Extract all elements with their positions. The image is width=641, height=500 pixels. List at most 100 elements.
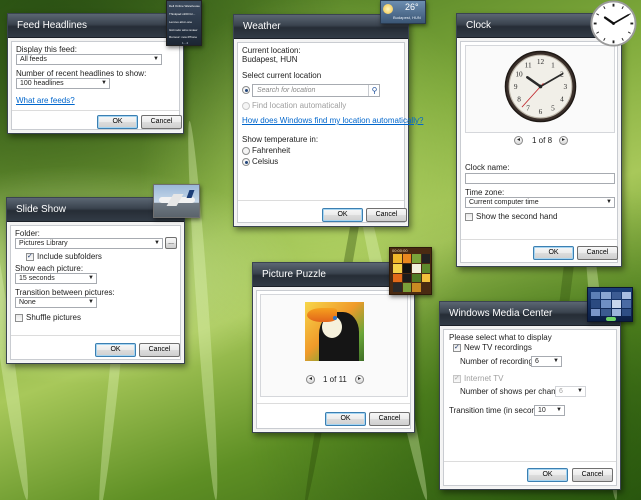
headline-item[interactable]: Thinkpad x200 for...	[169, 12, 201, 16]
transition-time-select[interactable]: 10 ▼	[534, 405, 565, 416]
recordings-count-select[interactable]: 6 ▼	[531, 356, 562, 367]
browse-folder-button[interactable]: ...	[165, 237, 177, 249]
current-location-value: Budapest, HUN	[242, 55, 298, 64]
include-subfolders-checkbox[interactable]	[26, 252, 34, 261]
auto-location-radio[interactable]	[242, 102, 250, 110]
clock-ok-button[interactable]: OK	[533, 246, 574, 260]
celsius-radio[interactable]	[242, 158, 250, 166]
clock-numeral: 7	[526, 104, 530, 113]
shows-per-channel-label: Number of shows per channel:	[460, 387, 569, 396]
chevron-down-icon: ▼	[556, 407, 562, 413]
slide-show-gadget[interactable]	[153, 184, 200, 218]
second-hand-label: Show the second hand	[476, 212, 558, 221]
divider	[12, 110, 179, 111]
headline-item[interactable]: Lenovo all-in-one	[169, 20, 201, 24]
headline-item[interactable]: Rumour: new iPhone	[169, 35, 201, 39]
media-center-dialog-body: Please select what to display New TV rec…	[443, 329, 617, 486]
location-help-link[interactable]: How does Windows find my location automa…	[242, 116, 423, 125]
puzzle-ok-button[interactable]: OK	[325, 412, 366, 426]
feed-count-label: Number of recent headlines to show:	[16, 69, 147, 78]
clock-numeral: 1	[551, 61, 555, 70]
what-are-feeds-link[interactable]: What are feeds?	[16, 96, 75, 105]
second-hand-checkbox[interactable]	[465, 213, 473, 221]
toucan-picture	[305, 302, 364, 361]
select-location-label: Select current location	[242, 71, 322, 80]
feed-dialog-body: Display this feed: All feeds ▼ Number of …	[11, 41, 182, 130]
clock-numeral: 6	[539, 107, 543, 116]
clock-name-input[interactable]	[465, 173, 615, 184]
puzzle-next-button[interactable]: ▸	[355, 375, 364, 384]
feed-count-select[interactable]: 100 headlines ▼	[16, 78, 110, 89]
feed-display-select[interactable]: All feeds ▼	[16, 54, 162, 65]
tv-recordings-checkbox[interactable]	[453, 343, 461, 352]
transition-select[interactable]: None ▼	[15, 297, 97, 308]
weather-dialog-body: Current location: Budapest, HUN Select c…	[237, 42, 423, 223]
chevron-down-icon: ▼	[153, 56, 159, 62]
show-each-label: Show each picture:	[15, 264, 84, 273]
headline-item[interactable]: Dell Online Warehouse	[169, 4, 201, 8]
weather-city: Budapest, HUN	[393, 15, 421, 20]
media-center-dialog: Windows Media Center Please select what …	[439, 301, 621, 490]
slide-show-dialog-body: Folder: Pictures Library▼ ... Include su…	[10, 225, 181, 360]
clock-numeral: 8	[517, 94, 521, 103]
slideshow-cancel-button[interactable]: Cancel	[139, 343, 180, 357]
picture-puzzle-gadget[interactable]: 00:00:00	[389, 247, 432, 295]
celsius-label: Celsius	[252, 157, 279, 166]
picture-puzzle-dialog-body: ◂ 1 of 11 ▸ OK Cancel	[256, 290, 411, 429]
divider	[444, 461, 616, 462]
clock-numeral: 11	[525, 61, 532, 70]
time-zone-select[interactable]: Current computer time ▼	[465, 197, 615, 208]
shuffle-checkbox[interactable]	[15, 314, 23, 322]
puzzle-tiles[interactable]	[393, 254, 430, 292]
weather-dialog: Weather Current location: Budapest, HUN …	[233, 14, 423, 227]
puzzle-cancel-button[interactable]: Cancel	[369, 412, 410, 426]
slideshow-ok-button[interactable]: OK	[95, 343, 136, 357]
chevron-down-icon: ▼	[101, 80, 107, 86]
clock-numeral: 10	[515, 70, 523, 79]
divider	[257, 403, 410, 404]
include-subfolders-label: Include subfolders	[37, 252, 102, 261]
search-icon[interactable]: ⚲	[368, 85, 380, 96]
puzzle-timer: 00:00:00	[392, 248, 408, 253]
weather-ok-button[interactable]: OK	[322, 208, 363, 222]
clock-pager: 1 of 8	[532, 136, 553, 145]
divider	[461, 239, 617, 240]
chevron-down-icon: ▼	[606, 199, 612, 205]
chevron-down-icon: ▼	[577, 388, 583, 394]
weather-gadget[interactable]: 26° Budapest, HUN	[380, 0, 426, 24]
feed-display-label: Display this feed:	[16, 45, 77, 54]
divider	[11, 335, 180, 336]
recordings-count-label: Number of recordings:	[460, 357, 540, 366]
media-center-ok-button[interactable]: OK	[527, 468, 568, 482]
clock-face-preview: 121234567891011	[504, 50, 577, 123]
puzzle-prev-button[interactable]: ◂	[306, 375, 315, 384]
headline-item[interactable]: Gizmodo wins review	[169, 28, 201, 32]
clock-cancel-button[interactable]: Cancel	[577, 246, 618, 260]
shows-per-channel-select[interactable]: 6 ▼	[555, 386, 586, 397]
clock-numeral: 3	[563, 82, 567, 91]
chevron-down-icon: ▼	[154, 240, 160, 246]
feed-cancel-button[interactable]: Cancel	[141, 115, 182, 129]
folder-select[interactable]: Pictures Library ▼	[15, 238, 163, 249]
media-center-gadget[interactable]	[587, 287, 633, 322]
clock-prev-button[interactable]: ◂	[514, 136, 523, 145]
media-center-cancel-button[interactable]: Cancel	[572, 468, 613, 482]
clock-next-button[interactable]: ▸	[559, 136, 568, 145]
media-center-logo-icon	[606, 317, 616, 321]
weather-cancel-button[interactable]: Cancel	[366, 208, 407, 222]
show-each-select[interactable]: 15 seconds ▼	[15, 273, 97, 284]
fahrenheit-radio[interactable]	[242, 147, 250, 155]
feed-headlines-dialog: Feed Headlines Display this feed: All fe…	[7, 13, 184, 134]
tv-recordings-label: New TV recordings	[464, 343, 532, 352]
manual-location-radio[interactable]	[242, 86, 250, 94]
feed-ok-button[interactable]: OK	[97, 115, 138, 129]
weather-sun-icon	[383, 4, 393, 14]
auto-location-label: Find location automatically	[252, 101, 347, 110]
headline-pager[interactable]: 1 - 4	[169, 41, 201, 45]
location-search-input[interactable]: Search for location	[252, 84, 380, 97]
slide-show-dialog: Slide Show Folder: Pictures Library ▼ ...…	[6, 197, 185, 364]
clock-gadget[interactable]	[590, 0, 637, 47]
internet-tv-checkbox[interactable]	[453, 374, 461, 383]
clock-numeral: 5	[551, 104, 555, 113]
feed-headlines-gadget[interactable]: Dell Online Warehouse Thinkpad x200 for.…	[166, 0, 202, 46]
